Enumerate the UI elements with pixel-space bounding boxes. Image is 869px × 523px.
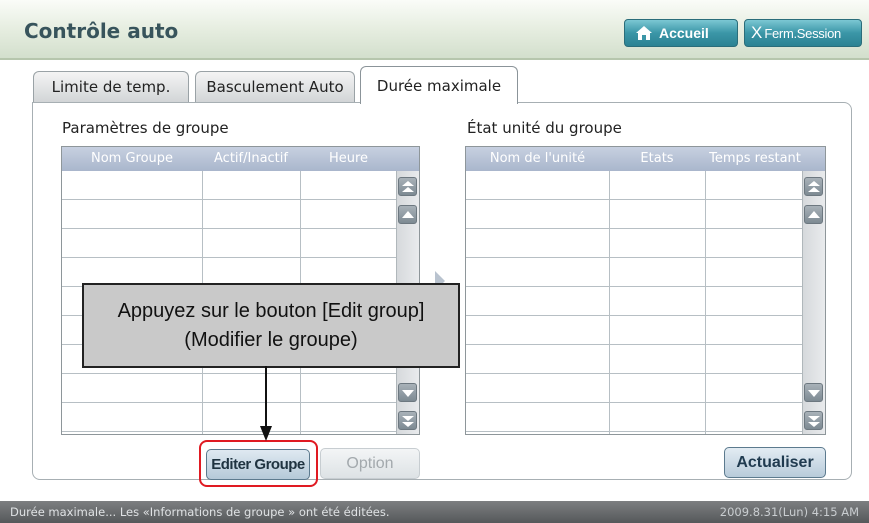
close-icon: X <box>751 23 763 42</box>
scrollbar[interactable] <box>802 171 825 434</box>
scroll-top-icon[interactable] <box>398 177 417 196</box>
column-header: Actif/Inactif <box>214 151 288 166</box>
table-row[interactable] <box>466 287 803 316</box>
column-header: Nom Groupe <box>90 151 174 166</box>
group-settings-title: Paramètres de groupe <box>62 119 229 137</box>
table-row[interactable] <box>466 171 803 200</box>
table-header: Nom Groupe Actif/Inactif Heure <box>62 147 419 171</box>
scroll-up-icon[interactable] <box>804 205 823 224</box>
tab-label: Limite de temp. <box>51 78 171 96</box>
column-header: Temps restant <box>709 151 801 166</box>
column-header: Nom de l'unité <box>489 151 586 166</box>
tab-basculement-auto[interactable]: Basculement Auto <box>195 71 355 102</box>
table-row[interactable] <box>62 171 397 200</box>
table-row[interactable] <box>466 200 803 229</box>
tab-label: Basculement Auto <box>206 78 344 96</box>
instruction-callout: Appuyez sur le bouton [Edit group] (Modi… <box>82 283 460 368</box>
tab-limite-temp[interactable]: Limite de temp. <box>33 71 189 102</box>
callout-line-1: Appuyez sur le bouton [Edit group] <box>117 299 425 322</box>
table-row[interactable] <box>62 374 397 403</box>
refresh-button[interactable]: Actualiser <box>724 447 826 478</box>
page-title: Contrôle auto <box>24 19 179 43</box>
table-row[interactable] <box>466 229 803 258</box>
unit-status-table: Nom de l'unité Etats Temps restant <box>465 146 826 435</box>
arrow-down-icon <box>260 366 272 441</box>
scroll-top-icon[interactable] <box>804 177 823 196</box>
table-header: Nom de l'unité Etats Temps restant <box>466 147 825 171</box>
callout-line-2: (Modifier le groupe) <box>184 328 358 351</box>
table-row[interactable] <box>62 200 397 229</box>
unit-status-title: État unité du groupe <box>467 119 622 137</box>
home-button[interactable]: Accueil <box>624 19 738 47</box>
home-icon <box>636 26 652 40</box>
scroll-down-icon[interactable] <box>398 383 417 402</box>
scroll-bottom-icon[interactable] <box>398 411 417 430</box>
column-header: Etats <box>640 151 674 166</box>
column-header: Heure <box>328 151 369 166</box>
table-row[interactable] <box>466 316 803 345</box>
logout-button[interactable]: X Ferm.Session <box>744 19 862 47</box>
tab-duree-maximale[interactable]: Durée maximale <box>360 66 518 104</box>
scroll-up-icon[interactable] <box>398 205 417 224</box>
scroll-down-icon[interactable] <box>804 383 823 402</box>
table-row[interactable] <box>466 403 803 432</box>
table-row[interactable] <box>466 374 803 403</box>
logout-button-label: Ferm.Session <box>764 25 841 41</box>
title-bar: Contrôle auto Accueil X Ferm.Session <box>0 0 869 60</box>
table-row[interactable] <box>466 258 803 287</box>
scroll-bottom-icon[interactable] <box>804 411 823 430</box>
table-row[interactable] <box>62 403 397 432</box>
home-button-label: Accueil <box>659 25 709 41</box>
tab-label: Durée maximale <box>376 76 502 95</box>
option-button[interactable]: Option <box>320 448 420 479</box>
status-bar: Durée maximale... Les «Informations de g… <box>0 501 869 523</box>
edit-group-button[interactable]: Editer Groupe <box>206 449 310 480</box>
table-row[interactable] <box>62 229 397 258</box>
table-row[interactable] <box>466 345 803 374</box>
status-datetime: 2009.8.31(Lun) 4:15 AM <box>719 505 859 519</box>
status-message: Durée maximale... Les «Informations de g… <box>10 505 390 519</box>
